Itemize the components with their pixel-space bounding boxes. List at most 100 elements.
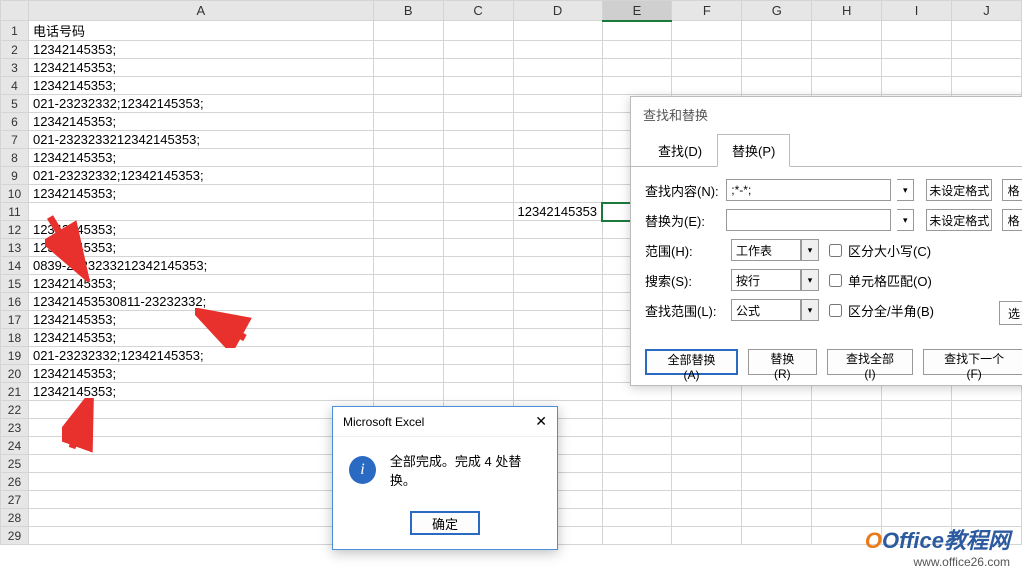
- cell[interactable]: [443, 221, 513, 239]
- cell[interactable]: [443, 77, 513, 95]
- cell[interactable]: [28, 473, 373, 491]
- cell[interactable]: [28, 419, 373, 437]
- cell[interactable]: [513, 95, 602, 113]
- cell[interactable]: 12342145353;: [28, 239, 373, 257]
- column-header[interactable]: D: [513, 1, 602, 21]
- cell[interactable]: 021-2323233212342145353;: [28, 131, 373, 149]
- find-format-button[interactable]: 格: [1002, 179, 1022, 201]
- cell[interactable]: [513, 329, 602, 347]
- row-header[interactable]: 26: [1, 473, 29, 491]
- cell[interactable]: 12342145353;: [28, 41, 373, 59]
- cell[interactable]: [443, 311, 513, 329]
- find-dropdown[interactable]: ▾: [897, 179, 914, 201]
- search-select[interactable]: 按行: [731, 269, 801, 291]
- cell[interactable]: [513, 383, 602, 401]
- cell[interactable]: [672, 473, 742, 491]
- cell[interactable]: [672, 401, 742, 419]
- cell[interactable]: 12342145353;: [28, 149, 373, 167]
- close-icon[interactable]: ✕: [535, 413, 547, 430]
- cell[interactable]: [812, 59, 882, 77]
- column-header[interactable]: E: [602, 1, 672, 21]
- cell[interactable]: [602, 77, 672, 95]
- cell[interactable]: [952, 59, 1022, 77]
- cell[interactable]: [882, 455, 952, 473]
- cell[interactable]: [882, 419, 952, 437]
- cell[interactable]: [443, 113, 513, 131]
- cell[interactable]: [602, 491, 672, 509]
- cell[interactable]: [373, 41, 443, 59]
- cell[interactable]: [443, 149, 513, 167]
- cell[interactable]: [513, 21, 602, 41]
- cell[interactable]: [812, 77, 882, 95]
- replace-format-status[interactable]: 未设定格式: [926, 209, 992, 231]
- row-header[interactable]: 13: [1, 239, 29, 257]
- row-header[interactable]: 25: [1, 455, 29, 473]
- cell[interactable]: 123421453530811-23232332;: [28, 293, 373, 311]
- column-header[interactable]: I: [882, 1, 952, 21]
- cell[interactable]: 12342145353;: [28, 383, 373, 401]
- scope-select[interactable]: 工作表: [731, 239, 801, 261]
- cell[interactable]: [443, 239, 513, 257]
- chevron-down-icon[interactable]: ▾: [801, 299, 819, 321]
- cell[interactable]: [373, 203, 443, 221]
- cell[interactable]: [513, 149, 602, 167]
- cell[interactable]: [443, 59, 513, 77]
- cell[interactable]: [443, 203, 513, 221]
- replace-format-button[interactable]: 格: [1002, 209, 1022, 231]
- cell[interactable]: [882, 473, 952, 491]
- cell[interactable]: [672, 491, 742, 509]
- cell[interactable]: [742, 77, 812, 95]
- cell[interactable]: [812, 401, 882, 419]
- cell[interactable]: [443, 95, 513, 113]
- cell[interactable]: [602, 401, 672, 419]
- column-header[interactable]: J: [952, 1, 1022, 21]
- row-header[interactable]: 10: [1, 185, 29, 203]
- row-header[interactable]: 19: [1, 347, 29, 365]
- cell[interactable]: [373, 239, 443, 257]
- cell[interactable]: [882, 401, 952, 419]
- cell[interactable]: [28, 491, 373, 509]
- cell[interactable]: [672, 59, 742, 77]
- cell[interactable]: [443, 293, 513, 311]
- cell[interactable]: [373, 59, 443, 77]
- cell[interactable]: [443, 185, 513, 203]
- cell[interactable]: [812, 437, 882, 455]
- row-header[interactable]: 9: [1, 167, 29, 185]
- column-header[interactable]: B: [373, 1, 443, 21]
- cell[interactable]: [672, 21, 742, 41]
- cell[interactable]: 12342145353;: [28, 311, 373, 329]
- cell[interactable]: [513, 77, 602, 95]
- row-header[interactable]: 2: [1, 41, 29, 59]
- row-header[interactable]: 14: [1, 257, 29, 275]
- cell[interactable]: 12342145353;: [28, 365, 373, 383]
- cell[interactable]: [882, 59, 952, 77]
- cell[interactable]: 12342145353;: [28, 77, 373, 95]
- cell[interactable]: [952, 401, 1022, 419]
- row-header[interactable]: 24: [1, 437, 29, 455]
- find-next-button[interactable]: 查找下一个(F): [923, 349, 1022, 375]
- cell[interactable]: [513, 59, 602, 77]
- cell[interactable]: [373, 221, 443, 239]
- ok-button[interactable]: 确定: [410, 511, 480, 535]
- row-header[interactable]: 15: [1, 275, 29, 293]
- cell[interactable]: [373, 131, 443, 149]
- cell[interactable]: [742, 437, 812, 455]
- cell[interactable]: [672, 77, 742, 95]
- cell[interactable]: [602, 437, 672, 455]
- cell[interactable]: [602, 509, 672, 527]
- cell[interactable]: [602, 473, 672, 491]
- cell[interactable]: [602, 419, 672, 437]
- cell[interactable]: [952, 455, 1022, 473]
- options-button[interactable]: 选: [999, 301, 1022, 325]
- cell[interactable]: 021-23232332;12342145353;: [28, 95, 373, 113]
- cell[interactable]: 12342145353;: [28, 59, 373, 77]
- cell[interactable]: [742, 473, 812, 491]
- row-header[interactable]: 1: [1, 21, 29, 41]
- find-input[interactable]: [726, 179, 891, 201]
- cell[interactable]: [672, 455, 742, 473]
- row-header[interactable]: 3: [1, 59, 29, 77]
- cell[interactable]: [28, 455, 373, 473]
- cell[interactable]: [952, 473, 1022, 491]
- cell[interactable]: [513, 185, 602, 203]
- cell[interactable]: [513, 41, 602, 59]
